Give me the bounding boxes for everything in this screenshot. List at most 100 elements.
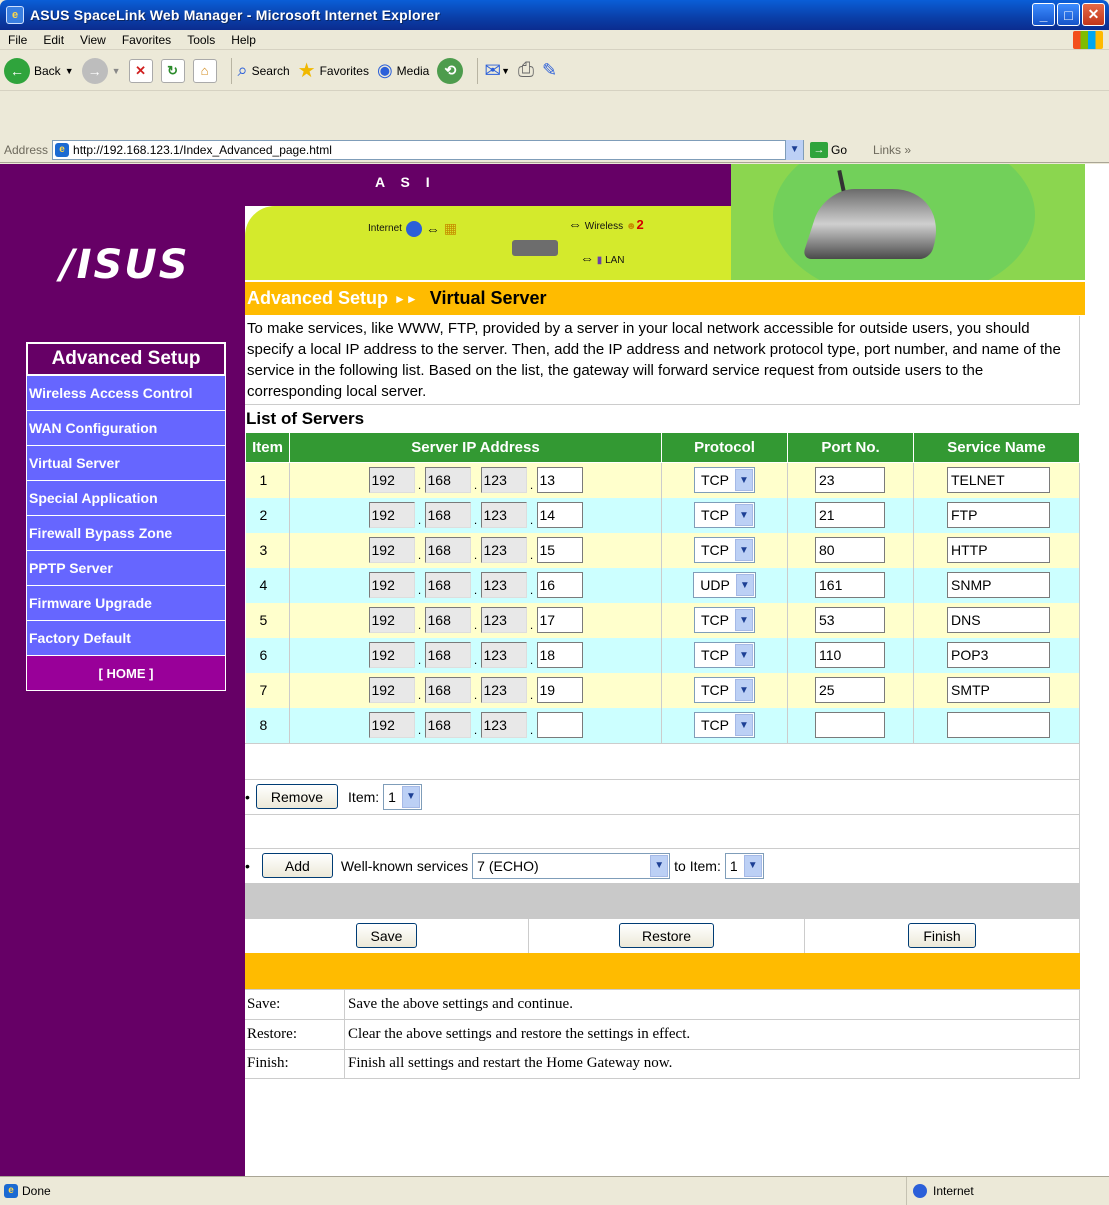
ip-octet-4-input[interactable]: [536, 712, 583, 738]
port-input[interactable]: 23: [815, 467, 885, 494]
service-name-input[interactable]: POP3: [947, 642, 1050, 668]
service-name-cell: HTTP: [913, 532, 1080, 568]
protocol-select[interactable]: TCP ▼: [694, 537, 755, 563]
mail-icon[interactable]: ✉: [484, 58, 501, 83]
ip-octet-4-input[interactable]: 15: [536, 537, 583, 563]
restore-button[interactable]: Restore: [618, 923, 715, 948]
stop-icon[interactable]: ✕: [128, 58, 153, 83]
port-input[interactable]: [815, 712, 885, 738]
save-button[interactable]: Save: [355, 923, 418, 948]
ip-octet-1: 192: [368, 712, 415, 738]
menu-file[interactable]: File: [0, 33, 35, 47]
forward-button[interactable]: → ▼: [81, 57, 121, 84]
mail-dropdown-icon[interactable]: ▼: [501, 66, 510, 76]
remove-item-select[interactable]: 1 ▼: [383, 783, 422, 810]
add-button[interactable]: Add: [261, 853, 333, 878]
sidebar-item-wireless-access-control[interactable]: Wireless Access Control: [26, 376, 226, 411]
protocol-value: TCP: [701, 472, 729, 489]
sidebar-item-virtual-server[interactable]: Virtual Server: [26, 446, 226, 481]
ip-octet-4-input[interactable]: 16: [536, 572, 583, 598]
home-icon[interactable]: ⌂: [192, 58, 217, 83]
page-content: /ISUS A S I Internet ⇔ ▦ ⇔ Wireless ☻2 ⇔…: [0, 164, 1109, 1176]
protocol-select[interactable]: TCP ▼: [694, 502, 755, 528]
service-name-input[interactable]: FTP: [947, 502, 1050, 528]
sidebar-item-home[interactable]: [ HOME ]: [26, 656, 226, 691]
protocol-value: TCP: [701, 717, 729, 733]
ip-octet-4-input[interactable]: 17: [536, 607, 583, 633]
sidebar-item-firewall-bypass-zone[interactable]: Firewall Bypass Zone: [26, 516, 226, 551]
sidebar-item-firmware-upgrade[interactable]: Firmware Upgrade: [26, 586, 226, 621]
maximize-button[interactable]: □: [1057, 3, 1080, 26]
protocol-select[interactable]: UDP ▼: [693, 572, 756, 598]
asus-logo: /ISUS: [60, 242, 190, 288]
finish-button[interactable]: Finish: [908, 923, 976, 948]
table-row: 7 192. 168. 123. 19 TCP ▼ 25 SMTP: [245, 672, 1080, 708]
heading-arrows-icon: ►►: [394, 291, 418, 306]
address-dropdown-icon[interactable]: ▼: [785, 139, 804, 160]
ip-dot: .: [529, 653, 534, 667]
service-name-input[interactable]: SNMP: [947, 572, 1050, 598]
edit-icon[interactable]: ✎: [542, 60, 557, 81]
port-input[interactable]: 25: [815, 677, 885, 703]
go-button[interactable]: → Go: [810, 141, 847, 158]
menu-edit[interactable]: Edit: [35, 33, 72, 47]
sidebar-item-wan-configuration[interactable]: WAN Configuration: [26, 411, 226, 446]
to-item-select[interactable]: 1 ▼: [724, 852, 764, 879]
port-cell: 53: [787, 602, 914, 638]
menu-help[interactable]: Help: [223, 33, 264, 47]
service-name-input[interactable]: HTTP: [947, 537, 1050, 563]
remove-button[interactable]: Remove: [255, 784, 339, 809]
history-icon[interactable]: ⟲: [437, 57, 464, 84]
service-name-input[interactable]: SMTP: [947, 677, 1050, 703]
search-button[interactable]: ⌕ Search: [238, 60, 290, 81]
list-title: List of Servers: [245, 404, 1080, 432]
protocol-select[interactable]: TCP ▼: [694, 607, 755, 633]
server-ip-cell: 192. 168. 123. 15: [289, 532, 662, 568]
firewall-icon: ▦: [443, 220, 458, 236]
port-input[interactable]: 110: [815, 642, 885, 668]
row-item-number: 8: [245, 707, 290, 743]
forward-dropdown-icon[interactable]: ▼: [112, 66, 121, 76]
server-ip-cell: 192. 168. 123. 17: [289, 602, 662, 638]
ip-octet-4-input[interactable]: 18: [536, 642, 583, 668]
lan-label: LAN: [605, 255, 625, 266]
port-cell: 25: [787, 672, 914, 708]
sidebar-item-special-application[interactable]: Special Application: [26, 481, 226, 516]
protocol-cell: TCP ▼: [661, 707, 788, 743]
close-button[interactable]: ✕: [1082, 3, 1105, 26]
address-input[interactable]: e http://192.168.123.1/Index_Advanced_pa…: [52, 139, 805, 160]
protocol-select[interactable]: TCP ▼: [694, 642, 755, 668]
service-name-input[interactable]: [947, 712, 1050, 738]
back-button[interactable]: ← Back ▼: [4, 57, 74, 84]
sidebar-item-pptp-server[interactable]: PPTP Server: [26, 551, 226, 586]
well-known-services-select[interactable]: 7 (ECHO) ▼: [472, 852, 671, 879]
menu-view[interactable]: View: [72, 33, 114, 47]
menu-favorites[interactable]: Favorites: [114, 33, 179, 47]
port-input[interactable]: 80: [815, 537, 885, 563]
protocol-select[interactable]: TCP ▼: [694, 467, 755, 494]
sidebar-item-factory-default[interactable]: Factory Default: [26, 621, 226, 656]
ip-octet-1: 192: [368, 537, 415, 563]
port-input[interactable]: 53: [815, 607, 885, 633]
ip-dot: .: [529, 478, 534, 493]
ip-octet-4-input[interactable]: 14: [536, 502, 583, 528]
back-dropdown-icon[interactable]: ▼: [65, 66, 74, 76]
favorites-button[interactable]: ★ Favorites: [298, 58, 369, 83]
service-name-input[interactable]: DNS: [947, 607, 1050, 633]
media-button[interactable]: ◉ Media: [377, 60, 429, 81]
port-cell: 161: [787, 567, 914, 603]
links-button[interactable]: Links »: [873, 143, 911, 157]
spacer-row: [245, 742, 1080, 779]
menu-tools[interactable]: Tools: [179, 33, 223, 47]
port-input[interactable]: 161: [815, 572, 885, 598]
ip-octet-4-input[interactable]: 13: [536, 467, 583, 494]
print-icon[interactable]: ⎙: [518, 59, 534, 82]
ip-octet-4-input[interactable]: 19: [536, 677, 583, 703]
port-input[interactable]: 21: [815, 502, 885, 528]
refresh-icon[interactable]: ↻: [160, 58, 185, 83]
protocol-select[interactable]: TCP ▼: [694, 677, 755, 703]
heading-section: Advanced Setup: [247, 288, 389, 308]
protocol-select[interactable]: TCP ▼: [694, 712, 755, 738]
minimize-button[interactable]: _: [1032, 3, 1055, 26]
service-name-input[interactable]: TELNET: [947, 467, 1050, 494]
